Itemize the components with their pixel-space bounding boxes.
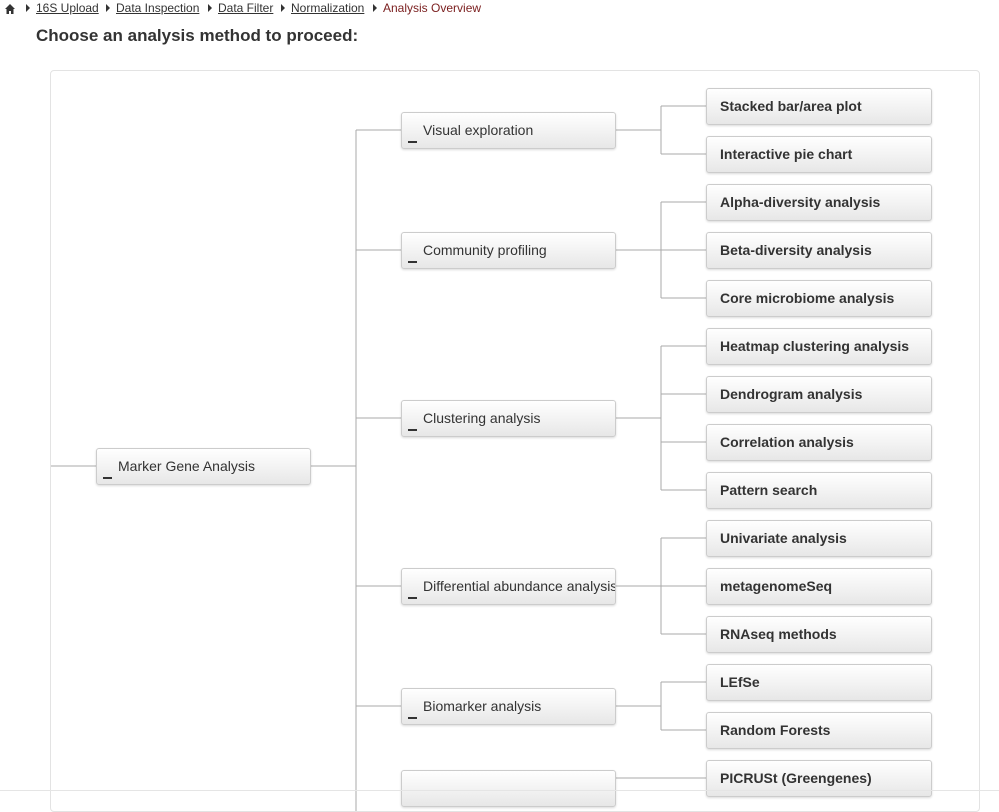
node-label: Random Forests xyxy=(720,722,831,738)
method-node[interactable]: Core microbiome analysis xyxy=(706,280,932,317)
collapse-icon[interactable] xyxy=(408,141,417,143)
divider xyxy=(0,790,999,791)
node-label: LEfSe xyxy=(720,674,760,690)
method-node[interactable]: RNAseq methods xyxy=(706,616,932,653)
node-label: PICRUSt (Greengenes) xyxy=(720,770,872,786)
collapse-icon[interactable] xyxy=(408,597,417,599)
node-label: metagenomeSeq xyxy=(720,578,833,594)
chevron-right-icon xyxy=(281,4,285,12)
category-node[interactable]: Visual exploration xyxy=(401,112,616,149)
method-node[interactable]: Alpha-diversity analysis xyxy=(706,184,932,221)
method-node[interactable]: Correlation analysis xyxy=(706,424,932,461)
collapse-icon[interactable] xyxy=(408,261,417,263)
node-label: Dendrogram analysis xyxy=(720,386,863,402)
method-node[interactable]: Univariate analysis xyxy=(706,520,932,557)
collapse-icon[interactable] xyxy=(408,429,417,431)
method-node[interactable]: Random Forests xyxy=(706,712,932,749)
chevron-right-icon xyxy=(106,4,110,12)
breadcrumb: 16S Upload Data Inspection Data Filter N… xyxy=(0,0,999,18)
node-label: Alpha-diversity analysis xyxy=(720,194,881,210)
collapse-icon[interactable] xyxy=(103,477,112,479)
home-icon[interactable] xyxy=(4,3,16,15)
node-label: Heatmap clustering analysis xyxy=(720,338,910,354)
node-label: Pattern search xyxy=(720,482,818,498)
method-node[interactable]: LEfSe xyxy=(706,664,932,701)
node-label: Beta-diversity analysis xyxy=(720,242,872,258)
method-node[interactable]: Interactive pie chart xyxy=(706,136,932,173)
breadcrumb-link-data-inspection[interactable]: Data Inspection xyxy=(116,1,199,15)
method-node[interactable]: Beta-diversity analysis xyxy=(706,232,932,269)
node-label: Differential abundance analysis xyxy=(423,578,616,594)
node-label: Correlation analysis xyxy=(720,434,854,450)
category-node[interactable]: Differential abundance analysis xyxy=(401,568,616,605)
node-label: Core microbiome analysis xyxy=(720,290,895,306)
collapse-icon[interactable] xyxy=(408,717,417,719)
category-node[interactable]: Community profiling xyxy=(401,232,616,269)
node-label: Community profiling xyxy=(423,242,547,258)
method-node[interactable]: PICRUSt (Greengenes) xyxy=(706,760,932,797)
node-label: Marker Gene Analysis xyxy=(118,458,255,474)
node-label: Stacked bar/area plot xyxy=(720,98,862,114)
method-node[interactable]: Pattern search xyxy=(706,472,932,509)
root-node-marker-gene-analysis[interactable]: Marker Gene Analysis xyxy=(96,448,311,485)
chevron-right-icon xyxy=(208,4,212,12)
breadcrumb-current: Analysis Overview xyxy=(383,1,482,15)
node-label: Biomarker analysis xyxy=(423,698,542,714)
node-label: RNAseq methods xyxy=(720,626,837,642)
analysis-tree-panel: Stacked bar/area plot Interactive pie cha… xyxy=(50,70,980,812)
method-node[interactable]: Heatmap clustering analysis xyxy=(706,328,932,365)
node-label: Univariate analysis xyxy=(720,530,847,546)
page-title: Choose an analysis method to proceed: xyxy=(36,26,359,45)
method-node[interactable]: Stacked bar/area plot xyxy=(706,88,932,125)
breadcrumb-link-normalization[interactable]: Normalization xyxy=(291,1,364,15)
node-label: Visual exploration xyxy=(423,122,534,138)
category-node[interactable]: Biomarker analysis xyxy=(401,688,616,725)
method-node[interactable]: Dendrogram analysis xyxy=(706,376,932,413)
chevron-right-icon xyxy=(373,4,377,12)
category-node[interactable] xyxy=(401,770,616,807)
node-label: Clustering analysis xyxy=(423,410,541,426)
breadcrumb-link-16s-upload[interactable]: 16S Upload xyxy=(36,1,99,15)
method-node[interactable]: metagenomeSeq xyxy=(706,568,932,605)
category-node[interactable]: Clustering analysis xyxy=(401,400,616,437)
node-label: Interactive pie chart xyxy=(720,146,853,162)
chevron-right-icon xyxy=(26,4,30,12)
breadcrumb-link-data-filter[interactable]: Data Filter xyxy=(218,1,273,15)
